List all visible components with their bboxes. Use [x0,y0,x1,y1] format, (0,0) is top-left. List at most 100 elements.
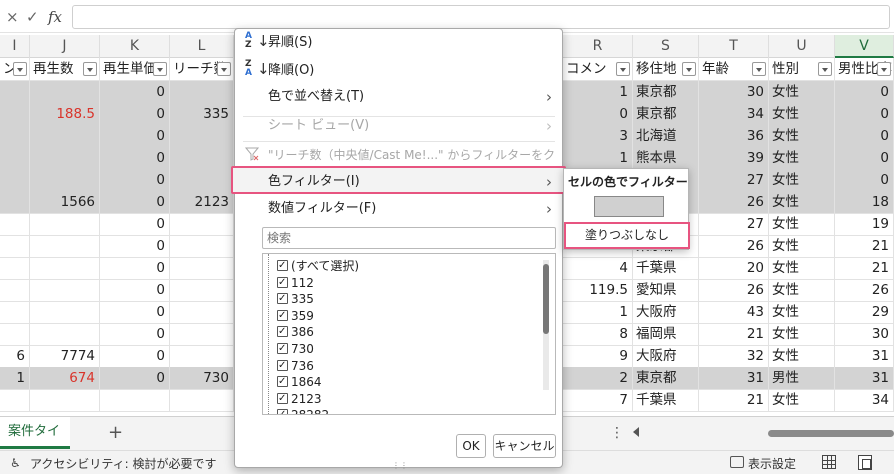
cell-k[interactable]: 0 [100,147,170,169]
cell-j[interactable] [30,125,100,147]
cell-l[interactable] [170,169,234,191]
cell-r[interactable]: 2 [563,367,633,389]
cell-k[interactable]: 0 [100,257,170,279]
cell-j[interactable]: 7774 [30,345,100,367]
cell-v[interactable]: 31 [835,345,894,367]
enter-icon[interactable]: ✓ [26,8,39,26]
filter-dropdown-icon[interactable] [752,62,766,76]
cell-l[interactable]: 730 [170,367,234,389]
more-options-icon[interactable]: ⋮ [610,425,624,441]
cell-v[interactable]: 0 [835,147,894,169]
no-fill-option[interactable]: 塗りつぶしなし [564,222,690,249]
cell-v[interactable]: 21 [835,257,894,279]
header-cell-s[interactable]: 移住地 [633,58,699,80]
filter-list-item[interactable]: (すべて選択) [277,258,359,275]
cell-r[interactable]: 9 [563,345,633,367]
filter-dropdown-icon[interactable] [217,62,231,76]
cell-t[interactable]: 26 [699,279,769,301]
cell-i[interactable] [0,301,30,323]
checkbox-icon[interactable] [277,391,288,407]
header-cell-k[interactable]: 再生単価 [100,58,170,80]
cell-v[interactable]: 19 [835,213,894,235]
cell-t[interactable]: 30 [699,81,769,103]
function-icon[interactable]: fx [48,8,62,26]
add-sheet-button[interactable]: + [108,422,123,443]
cell-t[interactable]: 34 [699,103,769,125]
filter-list-item[interactable]: 112 [277,275,314,292]
cell-i[interactable] [0,323,30,345]
cell-u[interactable]: 女性 [769,301,835,323]
cell-r[interactable]: 1 [563,81,633,103]
filter-list-item[interactable]: 2123 [277,391,322,408]
column-header-t[interactable]: T [699,35,769,58]
cell-i[interactable] [0,257,30,279]
header-cell-u[interactable]: 性別 [769,58,835,80]
sheet-tab[interactable]: 案件タイトル [0,417,70,469]
cell-i[interactable] [0,169,30,191]
column-header-j[interactable]: J [30,35,100,58]
cell-j[interactable] [30,389,100,411]
cell-s[interactable]: 東京都 [633,81,699,103]
checkbox-icon[interactable] [277,308,288,324]
cell-t[interactable]: 26 [699,191,769,213]
cell-u[interactable]: 女性 [769,147,835,169]
cell-s[interactable]: 愛知県 [633,279,699,301]
cell-l[interactable]: 335 [170,103,234,125]
cell-j[interactable] [30,213,100,235]
cell-l[interactable] [170,257,234,279]
cell-u[interactable]: 女性 [769,81,835,103]
header-cell-r[interactable]: コメン [563,58,633,80]
cell-t[interactable]: 32 [699,345,769,367]
resize-grip-icon[interactable]: ⋮⋮ [392,461,408,470]
number-filter-item[interactable]: 数値フィルター(F) › [235,195,562,223]
cell-v[interactable]: 18 [835,191,894,213]
scroll-left-icon[interactable] [633,427,639,437]
filter-list-item[interactable]: 730 [277,341,314,358]
cell-v[interactable]: 21 [835,235,894,257]
search-input[interactable]: 検索 [262,227,556,249]
cell-s[interactable]: 千葉県 [633,257,699,279]
cell-j[interactable]: 1566 [30,191,100,213]
header-cell-l[interactable]: リーチ数 [170,58,234,80]
header-cell-j[interactable]: 再生数 [30,58,100,80]
cell-k[interactable]: 0 [100,125,170,147]
cell-t[interactable]: 43 [699,301,769,323]
cell-t[interactable]: 27 [699,169,769,191]
cell-i[interactable] [0,147,30,169]
checkbox-icon[interactable] [277,275,288,291]
cell-color-swatch[interactable] [594,196,664,217]
cell-k[interactable]: 0 [100,279,170,301]
cell-i[interactable] [0,191,30,213]
cell-u[interactable]: 女性 [769,125,835,147]
cell-j[interactable] [30,279,100,301]
cancel-button[interactable]: キャンセル [493,434,556,458]
cell-t[interactable]: 31 [699,367,769,389]
horizontal-scrollbar[interactable] [768,430,894,437]
cell-s[interactable]: 熊本県 [633,147,699,169]
cell-u[interactable]: 女性 [769,323,835,345]
cell-l[interactable] [170,389,234,411]
checkbox-icon[interactable] [277,341,288,357]
cell-j[interactable] [30,301,100,323]
cell-i[interactable] [0,213,30,235]
filter-dropdown-icon[interactable] [13,62,27,76]
header-cell-i[interactable]: ン [0,58,30,80]
cell-u[interactable]: 女性 [769,257,835,279]
list-scrollbar-thumb[interactable] [543,264,549,334]
checkbox-icon[interactable] [277,358,288,374]
cell-t[interactable]: 27 [699,213,769,235]
filter-dropdown-icon[interactable] [153,62,167,76]
cell-u[interactable]: 女性 [769,235,835,257]
checkbox-icon[interactable] [277,324,288,340]
cell-v[interactable]: 31 [835,367,894,389]
cell-s[interactable]: 千葉県 [633,389,699,411]
color-filter-item[interactable]: 色フィルター(I) › [231,166,566,194]
cell-j[interactable] [30,169,100,191]
cell-r[interactable]: 4 [563,257,633,279]
normal-view-icon[interactable] [822,455,836,469]
filter-dropdown-icon[interactable] [83,62,97,76]
cell-v[interactable]: 0 [835,81,894,103]
cell-i[interactable] [0,235,30,257]
cell-r[interactable]: 8 [563,323,633,345]
cell-s[interactable]: 北海道 [633,125,699,147]
